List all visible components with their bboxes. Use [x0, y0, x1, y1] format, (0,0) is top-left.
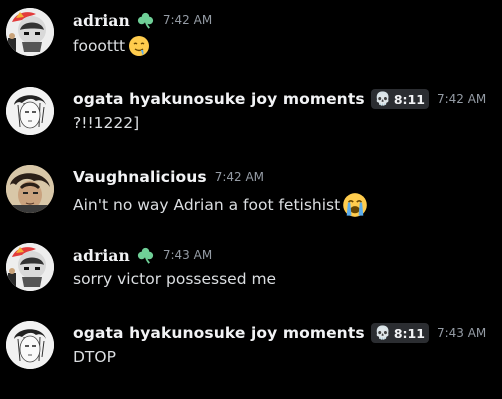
message-text: DTOP [73, 348, 116, 366]
clover-icon [137, 12, 153, 29]
username[interactable]: adrian [73, 246, 130, 265]
role-tag-label: 8:11 [393, 325, 425, 341]
skull-icon: 💀 [374, 325, 391, 341]
drooling-face-emoji[interactable] [128, 35, 150, 57]
message-item: adrian 7:42 AM fooottt [0, 8, 502, 86]
message-content: ?!!1222] [73, 114, 139, 132]
clover-icon [137, 247, 153, 264]
message-item: ogata hyakunosuke joy moments 💀 8:11 7:4… [0, 321, 502, 399]
role-tag-label: 8:11 [393, 91, 425, 107]
message-header: Vaughnalicious 7:42 AM [73, 165, 264, 189]
username[interactable]: ogata hyakunosuke joy moments [73, 324, 365, 342]
avatar-vaughnalicious[interactable] [6, 165, 54, 213]
message-header: adrian 7:43 AM [73, 243, 212, 267]
message-item: ogata hyakunosuke joy moments 💀 8:11 7:4… [0, 87, 502, 165]
message-content: Ain't no way Adrian a foot fetishist [73, 192, 368, 218]
avatar-ogata[interactable] [6, 321, 54, 369]
timestamp[interactable]: 7:43 AM [437, 326, 486, 340]
avatar-adrian[interactable] [6, 8, 54, 56]
message-item: adrian 7:43 AM sorry victor possessed me [0, 243, 502, 321]
timestamp[interactable]: 7:42 AM [215, 170, 264, 184]
message-content: sorry victor possessed me [73, 270, 276, 288]
message-item: Vaughnalicious 7:42 AM Ain't no way Adri… [0, 165, 502, 243]
username[interactable]: adrian [73, 11, 130, 30]
message-text: sorry victor possessed me [73, 270, 277, 288]
role-tag[interactable]: 💀 8:11 [370, 89, 429, 109]
message-header: ogata hyakunosuke joy moments 💀 8:11 7:4… [73, 321, 486, 345]
username[interactable]: Vaughnalicious [73, 168, 207, 186]
role-tag[interactable]: 💀 8:11 [370, 323, 429, 343]
message-header: ogata hyakunosuke joy moments 💀 8:11 7:4… [73, 87, 486, 111]
timestamp[interactable]: 7:42 AM [437, 92, 486, 106]
message-text: fooottt [73, 37, 126, 55]
message-content: fooottt [73, 35, 150, 57]
avatar-ogata[interactable] [6, 87, 54, 135]
skull-icon: 💀 [374, 91, 391, 107]
avatar-adrian[interactable] [6, 243, 54, 291]
username[interactable]: ogata hyakunosuke joy moments [73, 90, 365, 108]
message-text: Ain't no way Adrian a foot fetishist [73, 196, 341, 214]
timestamp[interactable]: 7:43 AM [163, 248, 212, 262]
message-header: adrian 7:42 AM [73, 8, 212, 32]
timestamp[interactable]: 7:42 AM [163, 13, 212, 27]
message-content: DTOP [73, 348, 116, 366]
loudly-crying-face-emoji[interactable] [342, 192, 368, 218]
message-text: ?!!1222] [73, 114, 140, 132]
